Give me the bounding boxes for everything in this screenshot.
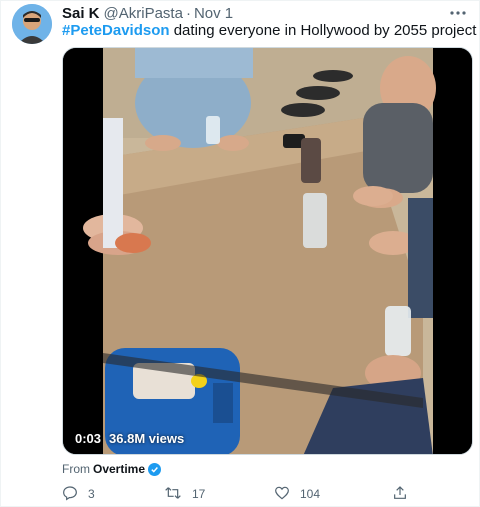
tweet-body: dating everyone in Hollywood by 2055 pro… — [169, 22, 477, 39]
video-duration: 0:03 — [75, 431, 102, 446]
like-button[interactable]: 104 — [274, 484, 320, 504]
user-handle[interactable]: @AkriPasta — [104, 5, 183, 22]
reply-button[interactable]: 3 — [62, 484, 95, 504]
retweet-button[interactable]: 17 — [164, 484, 205, 504]
share-icon — [392, 485, 408, 504]
video-overlay: 0:03 36.8M views — [75, 431, 184, 446]
retweet-count: 17 — [192, 487, 206, 501]
tweet-date[interactable]: Nov 1 — [194, 5, 233, 22]
reply-icon — [62, 485, 78, 504]
tweet-header: Sai K @AkriPasta · Nov 1 — [62, 4, 468, 22]
like-icon — [274, 485, 290, 504]
source-attribution: From Overtime — [62, 462, 162, 476]
hashtag-link[interactable]: #PeteDavidson — [62, 22, 170, 39]
source-prefix: From — [62, 462, 90, 476]
source-account[interactable]: Overtime — [93, 462, 145, 476]
action-bar: 3 17 104 — [62, 484, 462, 504]
display-name[interactable]: Sai K — [62, 5, 100, 22]
avatar[interactable] — [12, 4, 52, 44]
video-player[interactable]: 0:03 36.8M views — [62, 47, 473, 455]
like-count: 104 — [300, 487, 321, 501]
video-frame — [63, 48, 472, 454]
separator-dot: · — [185, 4, 191, 22]
tweet-text: #PeteDavidson dating everyone in Hollywo… — [62, 21, 476, 41]
reply-count: 3 — [88, 487, 95, 501]
verified-icon — [148, 462, 162, 476]
video-views: 36.8M views — [109, 431, 185, 446]
share-button[interactable] — [392, 484, 408, 504]
retweet-icon — [164, 485, 182, 504]
more-icon[interactable] — [448, 4, 468, 22]
